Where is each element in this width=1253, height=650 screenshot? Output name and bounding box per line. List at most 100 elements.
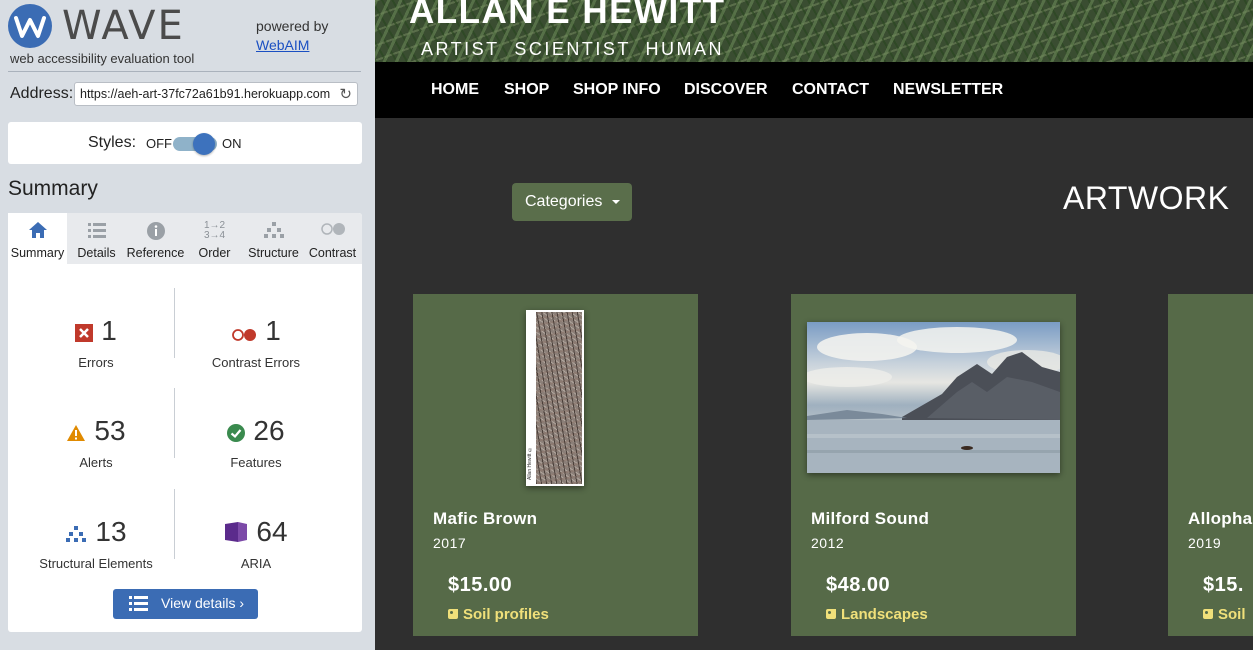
structure-icon — [244, 221, 303, 241]
features-count: 26 — [253, 415, 285, 446]
nav-contact[interactable]: CONTACT — [792, 81, 869, 99]
structural-label: Structural Elements — [39, 556, 153, 571]
tag-icon — [826, 609, 836, 619]
artwork-card[interactable]: Allopha 2019 $15. Soil — [1168, 294, 1253, 636]
address-input[interactable]: https://aeh-art-37fc72a61b91.herokuapp.c… — [80, 87, 332, 101]
categories-label: Categories — [525, 193, 603, 210]
main-nav: HOME SHOP SHOP INFO DISCOVER CONTACT NEW… — [375, 62, 1253, 118]
powered-by-label: powered by — [256, 18, 329, 34]
contrast-icon — [303, 221, 362, 241]
category-label: Landscapes — [841, 606, 928, 623]
wave-logo-icon — [8, 4, 52, 48]
styles-toggle-panel: Styles: OFF ON — [8, 122, 362, 164]
artwork-texture — [536, 312, 582, 484]
home-icon — [8, 221, 67, 241]
errors-label: Errors — [78, 355, 114, 370]
artwork-category[interactable]: Soil profiles — [448, 606, 549, 623]
nav-shop-info[interactable]: SHOP INFO — [573, 81, 661, 99]
site-title[interactable]: ALLAN E HEWITT — [409, 0, 726, 32]
website-viewport: ALLAN E HEWITT ARTIST SCIENTIST HUMAN HO… — [375, 0, 1253, 650]
summary-panel: Summary Details Reference 1→23→4 Order — [8, 213, 362, 632]
artwork-card[interactable]: Milford Sound 2012 $48.00 Landscapes — [791, 294, 1076, 636]
view-details-button[interactable]: View details › — [113, 589, 258, 619]
categories-dropdown[interactable]: Categories — [512, 183, 632, 221]
tab-label: Reference — [126, 246, 185, 260]
structural-count: 13 — [95, 516, 127, 547]
stat-errors[interactable]: 1 Errors — [11, 295, 181, 370]
view-details-label: View details › — [161, 595, 245, 611]
tab-label: Contrast — [308, 246, 357, 260]
list-icon — [67, 221, 126, 241]
stat-alerts[interactable]: 53 Alerts — [11, 395, 181, 470]
artwork-card[interactable]: Allan Hewitt © Mafic Brown 2017 $15.00 S… — [413, 294, 698, 636]
tab-contrast[interactable]: Contrast — [303, 213, 362, 264]
artwork-year: 2012 — [811, 535, 845, 551]
info-icon — [126, 221, 185, 241]
stat-contrast-errors[interactable]: 1 Contrast Errors — [171, 295, 341, 370]
tag-icon — [448, 609, 458, 619]
artwork-title[interactable]: Mafic Brown — [433, 509, 537, 529]
tab-details[interactable]: Details — [67, 213, 126, 264]
tag-icon — [1203, 609, 1213, 619]
artwork-category[interactable]: Soil — [1203, 606, 1246, 623]
header-banner: ALLAN E HEWITT ARTIST SCIENTIST HUMAN — [375, 0, 1253, 62]
stat-aria[interactable]: 64 ARIA — [171, 496, 341, 571]
alert-icon — [66, 417, 86, 449]
tab-label: Structure — [248, 246, 299, 260]
artwork-title[interactable]: Milford Sound — [811, 509, 929, 529]
reload-icon[interactable]: ↻ — [339, 85, 352, 103]
artwork-year: 2017 — [433, 535, 467, 551]
artwork-price: $15. — [1203, 574, 1244, 596]
category-label: Soil profiles — [463, 606, 549, 623]
wave-tagline: web accessibility evaluation tool — [10, 51, 195, 66]
nav-home[interactable]: HOME — [431, 81, 479, 99]
tab-label: Order — [198, 246, 231, 260]
tab-summary[interactable]: Summary — [8, 213, 67, 264]
artwork-category[interactable]: Landscapes — [826, 606, 928, 623]
features-label: Features — [230, 455, 282, 470]
error-icon — [75, 317, 94, 349]
tab-order[interactable]: 1→2 3→4 Order — [185, 213, 244, 264]
divider — [8, 71, 361, 72]
artwork-image[interactable] — [807, 322, 1060, 473]
artwork-price: $48.00 — [826, 574, 891, 596]
artwork-title[interactable]: Allopha — [1188, 509, 1252, 529]
tab-structure[interactable]: Structure — [244, 213, 303, 264]
contrast-errors-count: 1 — [265, 315, 281, 346]
stat-structural-elements[interactable]: 13 Structural Elements — [11, 496, 181, 571]
nav-shop[interactable]: SHOP — [504, 81, 549, 99]
list-icon — [129, 595, 149, 616]
summary-heading: Summary — [8, 177, 98, 200]
nav-discover[interactable]: DISCOVER — [684, 81, 768, 99]
nav-newsletter[interactable]: NEWSLETTER — [893, 81, 1003, 99]
artwork-price: $15.00 — [448, 574, 513, 596]
tab-label: Details — [77, 246, 116, 260]
artwork-year: 2019 — [1188, 535, 1222, 551]
category-label: Soil — [1218, 606, 1246, 623]
tab-label: Summary — [10, 246, 65, 260]
image-caption: Allan Hewitt © — [527, 446, 533, 480]
contrast-error-icon — [231, 317, 257, 349]
aria-label: ARIA — [240, 556, 272, 571]
order-icon: 1→2 3→4 — [203, 220, 226, 241]
webaim-link[interactable]: WebAIM — [256, 37, 309, 53]
page-heading: ARTWORK — [1063, 180, 1230, 216]
address-field[interactable]: https://aeh-art-37fc72a61b91.herokuapp.c… — [74, 82, 358, 106]
stat-features[interactable]: 26 Features — [171, 395, 341, 470]
structure-icon — [65, 518, 87, 550]
artwork-image[interactable]: Allan Hewitt © — [526, 310, 584, 486]
feature-icon — [227, 417, 246, 449]
aria-icon — [224, 518, 248, 550]
wave-sidebar: WAVE web accessibility evaluation tool p… — [0, 0, 375, 650]
address-label: Address: — [10, 85, 74, 102]
contrast-errors-label: Contrast Errors — [211, 355, 301, 370]
wave-title: WAVE — [62, 3, 185, 49]
errors-count: 1 — [101, 315, 117, 346]
styles-off-label: OFF — [146, 136, 172, 151]
alerts-label: Alerts — [79, 455, 113, 470]
tab-bar: Summary Details Reference 1→23→4 Order — [8, 213, 362, 264]
site-subtitle: ARTIST SCIENTIST HUMAN — [421, 39, 725, 59]
alerts-count: 53 — [94, 415, 126, 446]
styles-toggle-knob[interactable] — [193, 133, 215, 155]
tab-reference[interactable]: Reference — [126, 213, 185, 264]
